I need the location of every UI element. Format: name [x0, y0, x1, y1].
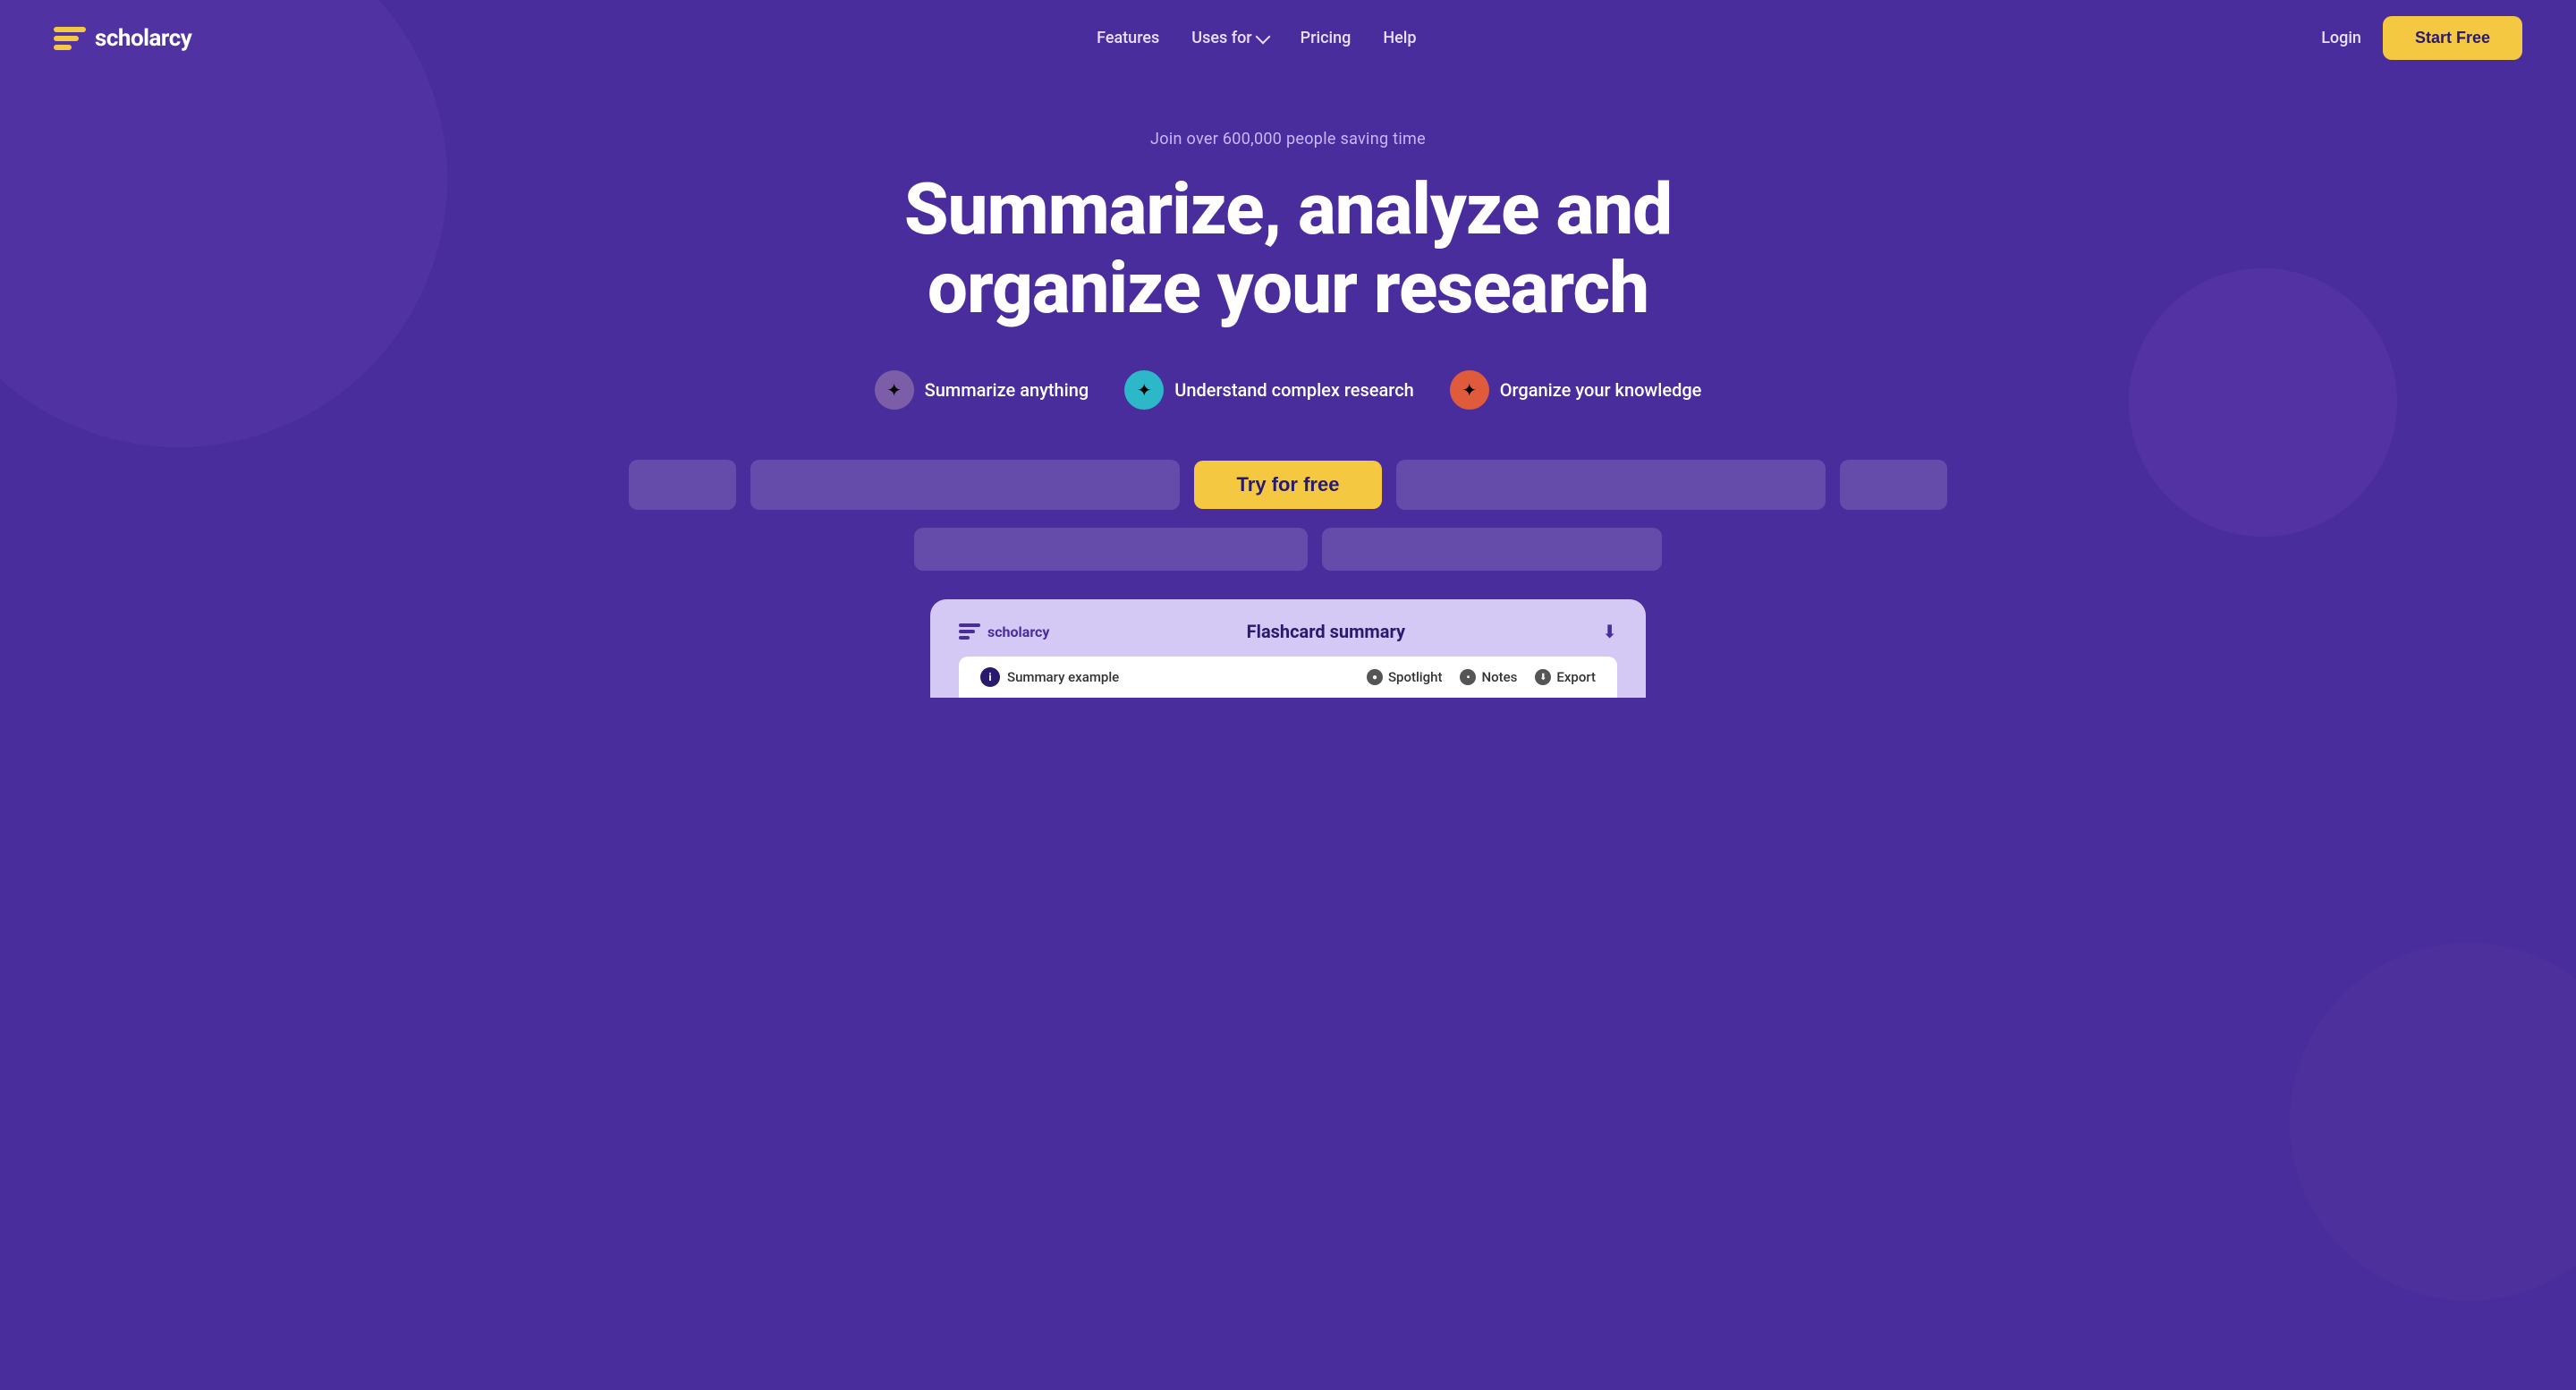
export-label: Export: [1556, 669, 1596, 685]
feature-pills: ✦ Summarize anything ✦ Understand comple…: [36, 370, 2540, 410]
nav-link-pricing[interactable]: Pricing: [1301, 29, 1352, 47]
hero-subtitle: Join over 600,000 people saving time: [36, 130, 2540, 148]
start-free-button[interactable]: Start Free: [2383, 16, 2522, 60]
logo-icon: [54, 22, 86, 55]
card-actions: ● Spotlight ▪ Notes ⬇ Export: [1367, 669, 1596, 685]
notes-label: Notes: [1481, 669, 1517, 685]
download-icon[interactable]: ⬇: [1602, 621, 1617, 642]
secondary-input-row: [36, 528, 2540, 571]
summary-label-text: Summary example: [1007, 669, 1119, 685]
card-logo-icon: [959, 621, 980, 642]
hero-title-line2: organize your research: [928, 246, 1648, 330]
export-action[interactable]: ⬇ Export: [1535, 669, 1596, 685]
card-logo-bar-2: [959, 630, 975, 633]
summarize-icon: ✦: [875, 370, 914, 410]
card-logo-bar-1: [959, 623, 980, 627]
cta-input-row: Try for free: [36, 460, 2540, 510]
spotlight-label: Spotlight: [1388, 669, 1443, 685]
input-placeholder-wide-2: [1396, 460, 1826, 510]
login-button[interactable]: Login: [2321, 29, 2361, 47]
input-placeholder-small-2: [1840, 460, 1947, 510]
hero-section: Join over 600,000 people saving time Sum…: [0, 76, 2576, 733]
spotlight-action[interactable]: ● Spotlight: [1367, 669, 1443, 685]
nav-item-help[interactable]: Help: [1383, 29, 1416, 47]
logo-bar-3: [54, 45, 72, 50]
logo-bar-2: [54, 36, 79, 41]
try-for-free-button[interactable]: Try for free: [1194, 461, 1383, 509]
feature-pill-summarize: ✦ Summarize anything: [875, 370, 1089, 410]
card-body: i Summary example ● Spotlight ▪ Notes ⬇ …: [959, 657, 1617, 698]
info-icon: i: [980, 667, 1000, 687]
input-placeholder-small-1: [629, 460, 736, 510]
nav-item-features[interactable]: Features: [1097, 29, 1159, 47]
nav-item-uses-for[interactable]: Uses for: [1191, 29, 1267, 47]
understand-icon: ✦: [1124, 370, 1164, 410]
input-placeholder-wide[interactable]: [750, 460, 1180, 510]
secondary-placeholder-2: [1322, 528, 1662, 571]
flashcard-summary-card: scholarcy Flashcard summary ⬇ i Summary …: [930, 599, 1646, 698]
nav-link-features[interactable]: Features: [1097, 29, 1159, 47]
summarize-label: Summarize anything: [925, 379, 1089, 401]
organize-icon: ✦: [1450, 370, 1489, 410]
nav-right: Login Start Free: [2321, 16, 2522, 60]
hero-title: Summarize, analyze and organize your res…: [886, 170, 1690, 327]
export-icon: ⬇: [1535, 669, 1551, 685]
notes-action[interactable]: ▪ Notes: [1460, 669, 1517, 685]
card-logo-bar-3: [959, 636, 970, 640]
card-header: scholarcy Flashcard summary ⬇: [959, 621, 1617, 642]
logo[interactable]: scholarcy: [54, 22, 191, 55]
navbar: scholarcy Features Uses for Pricing Help…: [0, 0, 2576, 76]
nav-item-pricing[interactable]: Pricing: [1301, 29, 1352, 47]
feature-pill-understand: ✦ Understand complex research: [1124, 370, 1414, 410]
nav-links: Features Uses for Pricing Help: [1097, 29, 1416, 47]
chevron-down-icon: [1255, 29, 1270, 44]
logo-bar-1: [54, 27, 86, 32]
organize-label: Organize your knowledge: [1500, 379, 1702, 401]
card-logo-text: scholarcy: [987, 623, 1049, 640]
card-title: Flashcard summary: [1247, 621, 1405, 642]
logo-text: scholarcy: [95, 25, 191, 52]
card-logo: scholarcy: [959, 621, 1049, 642]
nav-link-uses-for: Uses for: [1191, 29, 1251, 47]
card-summary-label: i Summary example: [980, 667, 1119, 687]
notes-icon: ▪: [1460, 669, 1476, 685]
feature-pill-organize: ✦ Organize your knowledge: [1450, 370, 1702, 410]
hero-title-line1: Summarize, analyze and: [904, 167, 1672, 251]
card-preview-section: scholarcy Flashcard summary ⬇ i Summary …: [36, 599, 2540, 698]
understand-label: Understand complex research: [1174, 379, 1414, 401]
spotlight-icon: ●: [1367, 669, 1383, 685]
nav-link-help[interactable]: Help: [1383, 29, 1416, 47]
secondary-placeholder-1: [914, 528, 1308, 571]
